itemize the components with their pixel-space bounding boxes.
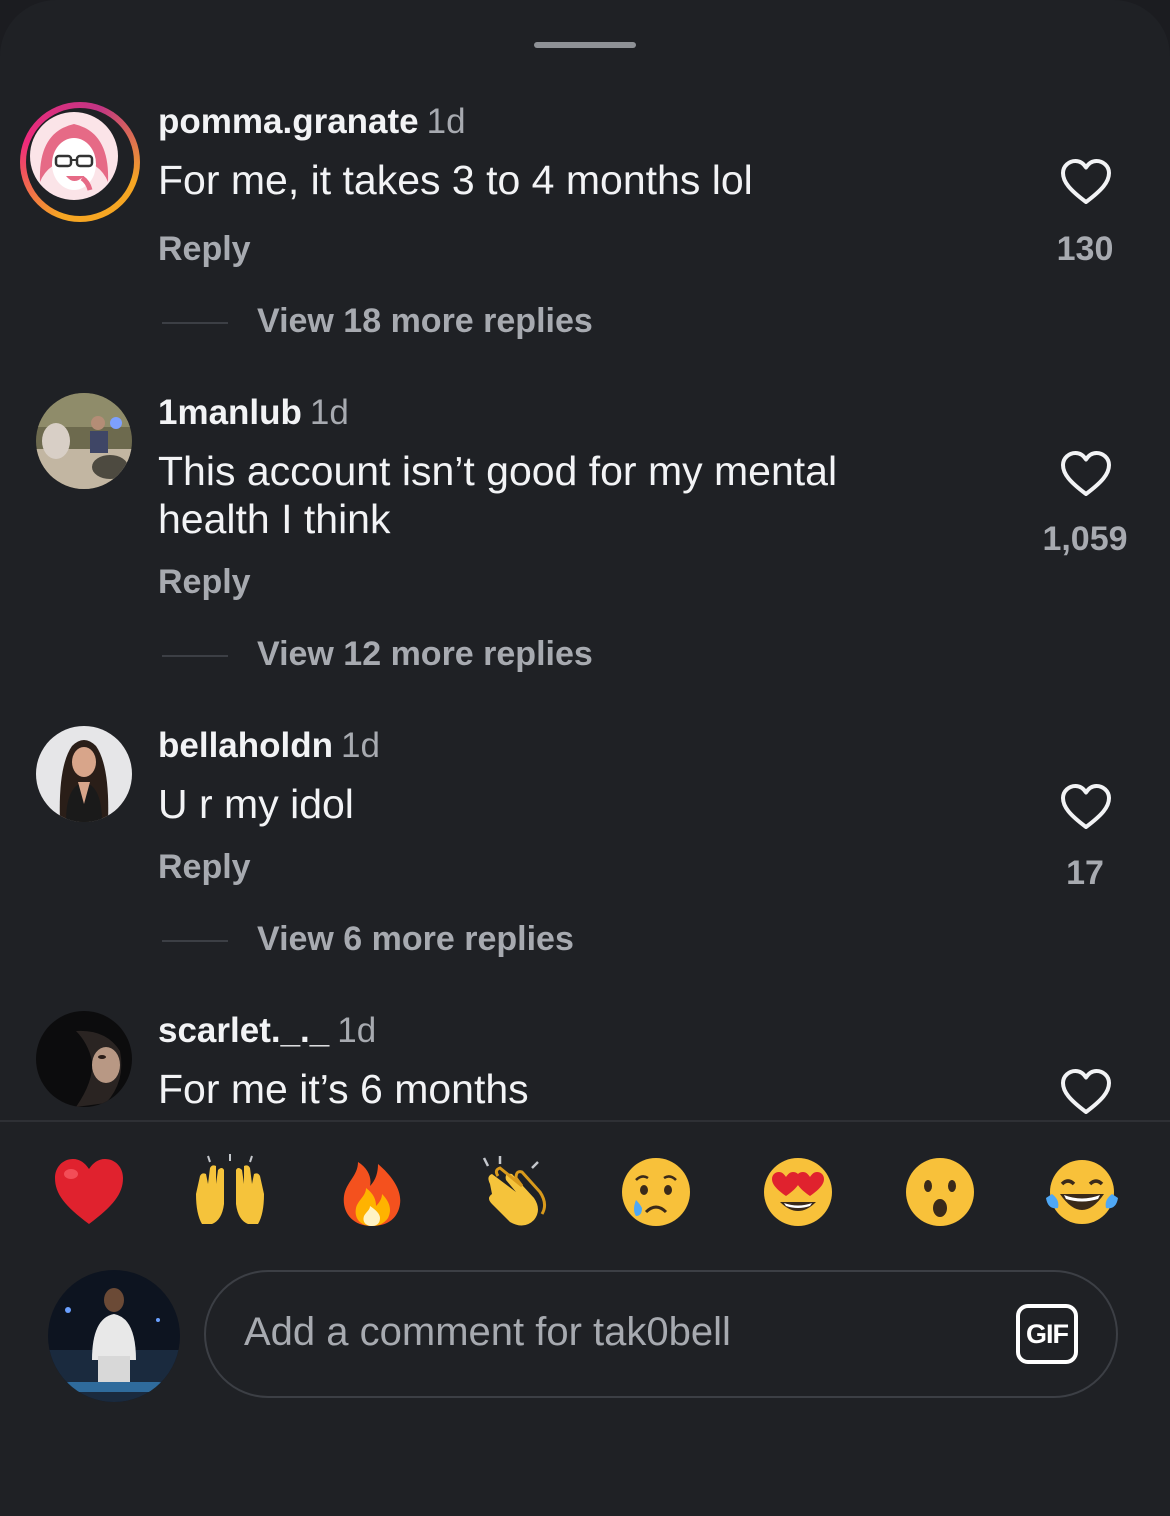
like-heart-icon[interactable] [1060,1068,1112,1116]
comment-text: This account isn’t good for my mental he… [158,448,838,542]
avatar[interactable] [36,393,132,489]
reaction-raised-hands-emoji[interactable] [192,1154,268,1230]
comment-meta: pomma.granate 1d [158,102,466,142]
reaction-heart-emoji[interactable] [51,1154,127,1230]
avatar[interactable] [36,726,132,822]
comment-time: 1d [341,726,380,765]
reaction-heart-eyes-emoji[interactable] [760,1154,836,1230]
heart-eyes-face-icon [764,1158,832,1226]
like-heart-icon[interactable] [1060,450,1112,498]
comment-username[interactable]: bellaholdn [158,726,333,765]
surprised-face-icon [906,1158,974,1226]
replies-divider-line [162,655,228,657]
comment-meta: bellaholdn 1d [158,726,380,766]
reaction-fire-emoji[interactable] [334,1154,410,1230]
crying-face-icon [622,1158,690,1226]
comment-text: For me, it takes 3 to 4 months lol [158,157,753,203]
like-count[interactable]: 1,059 [1015,520,1155,559]
like-count[interactable]: 130 [1015,230,1155,269]
view-replies-label: View 12 more replies [257,635,593,673]
comment-time: 1d [309,393,349,432]
like-heart-icon[interactable] [1060,783,1112,831]
avatar-photo-icon [36,393,132,489]
comment-text: For me it’s 6 months [158,1066,529,1112]
comment-username[interactable]: 1manlub [158,393,302,432]
raised-hands-icon [196,1154,264,1224]
avatar-illustration-icon [30,112,118,200]
like-count[interactable]: 17 [1015,854,1155,893]
current-user-avatar[interactable] [48,1270,180,1402]
replies-divider-line [162,322,228,324]
comment-username[interactable]: pomma.granate [158,102,419,141]
comment-time: 1d [337,1011,377,1050]
like-heart-icon[interactable] [1060,158,1112,206]
avatar[interactable] [36,1011,132,1107]
comment-username[interactable]: scarlet._._ [158,1011,329,1050]
gif-button[interactable]: GIF [1016,1304,1078,1364]
reaction-crying-face-emoji[interactable] [618,1154,694,1230]
comment-meta: 1manlub 1d [158,393,349,433]
sheet-grabber-handle[interactable] [534,42,636,48]
comments-sheet: pomma.granate 1d For me, it takes 3 to 4 … [0,0,1170,1516]
comment-meta: scarlet._._ 1d [158,1011,376,1051]
reaction-laughing-tears-emoji[interactable] [1044,1154,1120,1230]
reaction-clapping-emoji[interactable] [476,1154,552,1230]
replies-divider-line [162,940,228,942]
avatar-photo-icon [48,1270,180,1402]
reply-button[interactable]: Reply [158,230,251,269]
avatar-photo-icon [36,1011,132,1107]
comment-text: U r my idol [158,781,354,827]
comment-input[interactable] [244,1310,984,1355]
reply-button[interactable]: Reply [158,563,251,602]
comment-time: 1d [426,102,466,141]
comment-composer: GIF [204,1270,1118,1398]
view-replies-label: View 6 more replies [257,920,574,958]
avatar[interactable] [20,102,140,222]
composer-divider [0,1120,1170,1122]
clapping-hands-icon [482,1156,547,1226]
avatar-photo-icon [36,726,132,822]
reply-button[interactable]: Reply [158,848,251,887]
reaction-surprised-face-emoji[interactable] [902,1154,978,1230]
fire-icon [343,1162,401,1226]
tears-of-joy-icon [1046,1160,1118,1224]
view-replies-label: View 18 more replies [257,302,593,340]
red-heart-icon [55,1159,123,1224]
